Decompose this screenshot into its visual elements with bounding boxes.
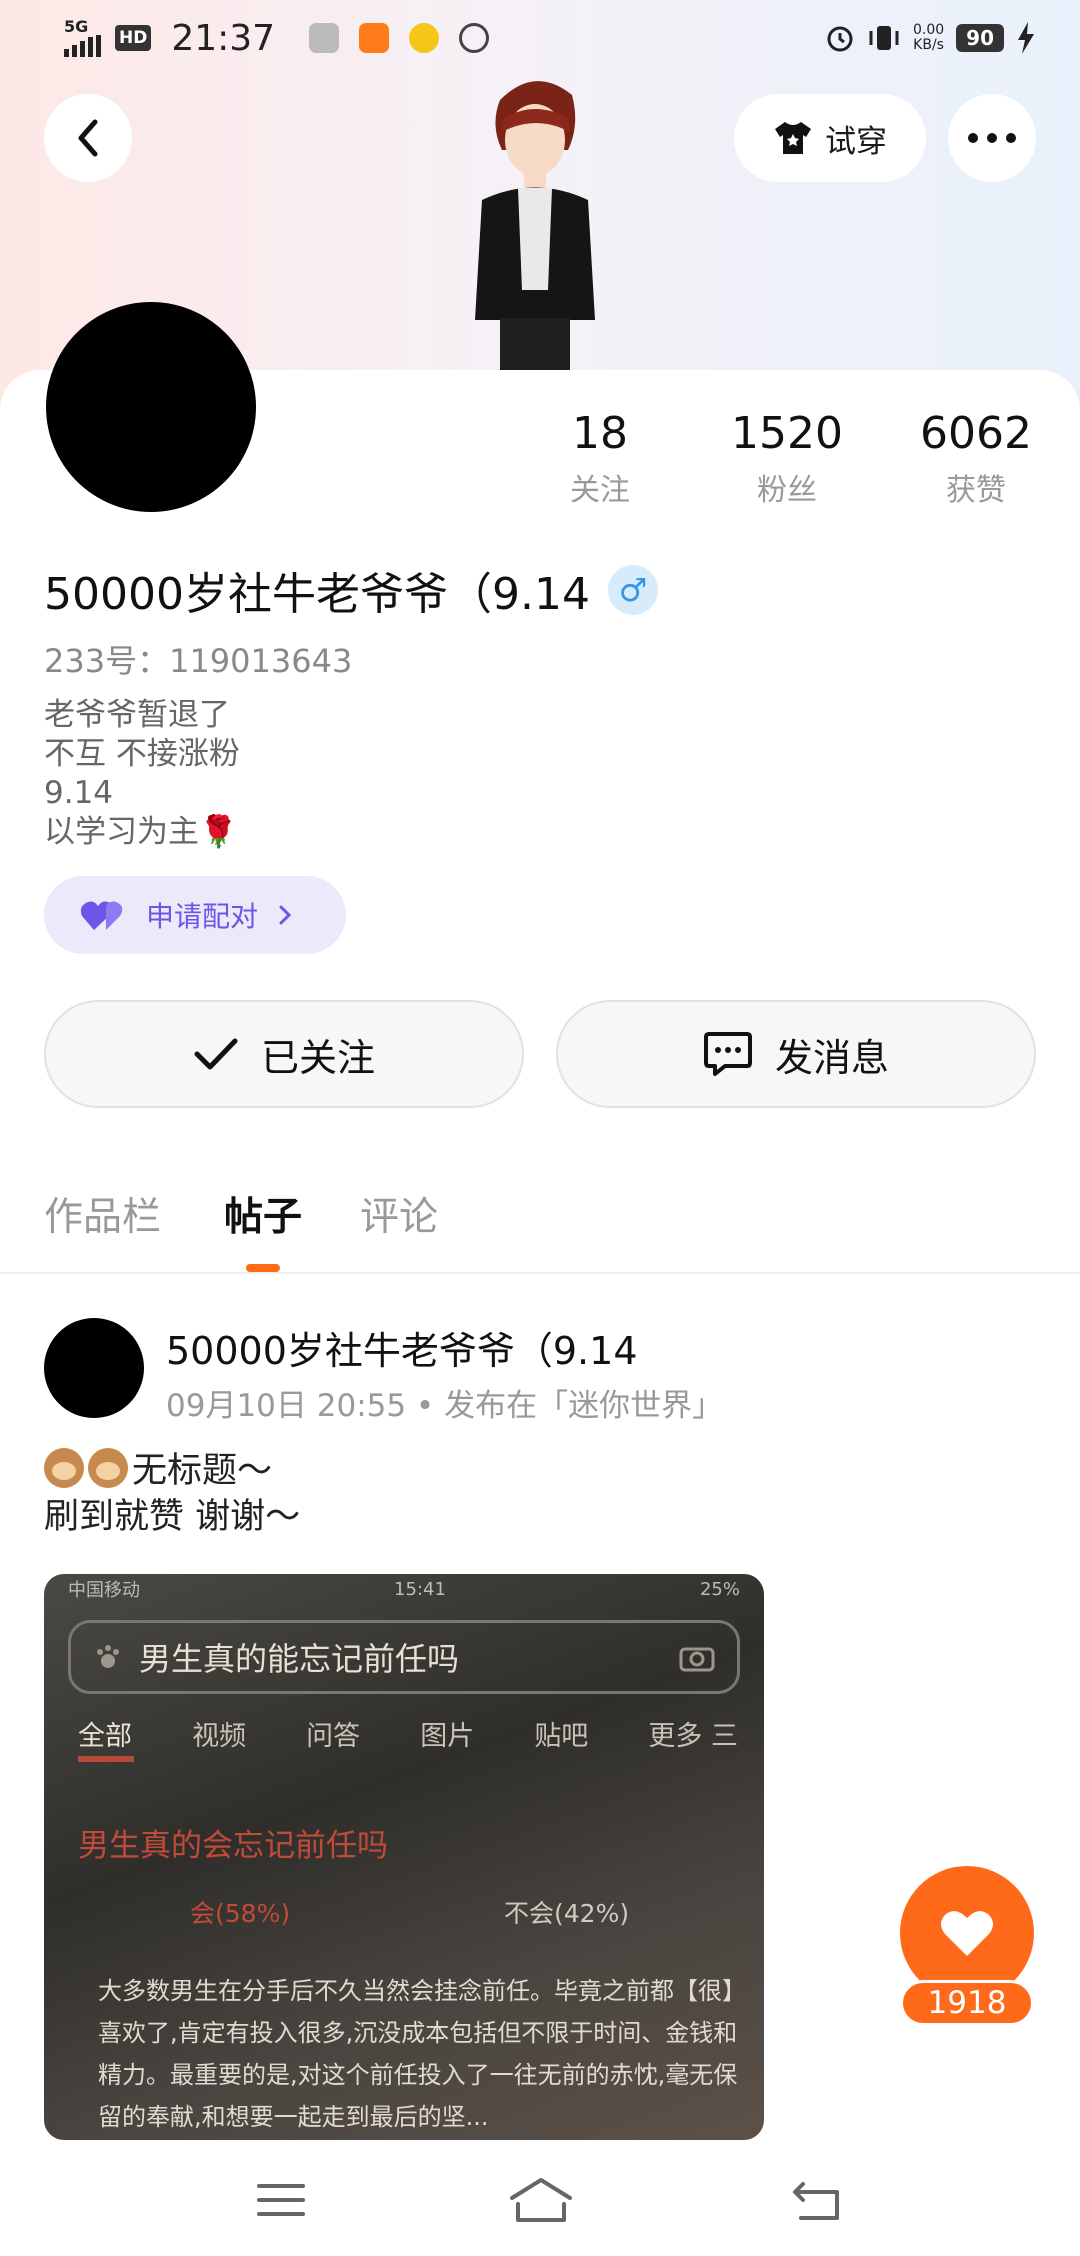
post-author-avatar[interactable] [44,1318,144,1418]
checkmark-icon [194,1038,238,1070]
camera-icon [679,1647,715,1672]
active-tab-indicator [246,1264,280,1272]
chevron-right-icon [279,905,292,925]
avatar-3d-figure [460,70,610,370]
see-no-evil-monkey-icon [88,1448,128,1488]
battery-indicator: 90 [956,24,1004,52]
image-search-box: 男生真的能忘记前任吗 [68,1620,740,1694]
post-title-line: 无标题～ [132,1451,273,1491]
followed-label: 已关注 [260,1035,375,1080]
bio-line: 老爷爷暂退了 [44,697,230,733]
clock: 21:37 [171,17,276,59]
taobao-notification-icon [359,23,390,53]
back-arrow-icon [793,2182,839,2220]
more-dots-icon [968,133,1016,143]
post-meta: 09月10日 20:55 • 发布在「迷你世界」 [166,1388,724,1424]
alarm-icon [827,26,853,52]
heart-pair-icon [80,901,123,930]
image-carrier: 中国移动 [68,1580,140,1601]
tab-posts[interactable]: 帖子 [224,1186,302,1242]
bio-line: 以学习为主🌹 [44,814,238,850]
see-no-evil-monkey-icon [44,1448,84,1488]
back-nav-button[interactable] [782,2170,852,2230]
home-icon [510,2178,572,2222]
try-on-button[interactable]: 试穿 [734,94,926,182]
stat-following[interactable]: 18 关注 [510,408,690,509]
recent-apps-button[interactable] [246,2170,316,2230]
apply-match-label: 申请配对 [146,900,259,933]
chat-bubble-icon [703,1032,752,1076]
tab-comments[interactable]: 评论 [360,1186,438,1242]
tab-works[interactable]: 作品栏 [44,1186,161,1242]
post-image[interactable]: 中国移动 15:41 25% 男生真的能忘记前任吗 全部 视频 问答 图片 贴吧… [44,1574,764,2140]
tabs-divider [0,1272,1080,1274]
nickname: 50000岁社牛老爷爷（9.14 [44,569,590,620]
user-id: 233号：119013643 [44,642,353,680]
menu-icon [257,2184,305,2216]
post-title[interactable]: 无标题～ 刷到就赞 谢谢～ [44,1448,300,1540]
status-bar: 5G HD 21:37 0.00 KB/s 90 [0,0,1080,76]
heart-icon [941,1911,993,1956]
like-count: 1918 [900,1980,1034,2026]
network-speed: 0.00 KB/s [912,22,945,53]
charging-icon [1018,22,1034,54]
stat-followers-value: 1520 [731,408,843,459]
weibo-notification-icon [409,23,440,53]
bio-line: 不互 不接涨粉 [44,736,240,772]
try-on-label: 试穿 [825,123,887,160]
network-type: 5G [64,17,89,36]
profile-tabs: 作品栏 帖子 评论 [0,1186,1080,1274]
male-gender-icon: ♂ [607,565,658,615]
post-title-line: 刷到就赞 谢谢～ [44,1497,301,1537]
send-message-button[interactable]: 发消息 [556,1000,1036,1108]
followed-button[interactable]: 已关注 [44,1000,524,1108]
profile-avatar[interactable] [46,302,256,512]
image-time: 15:41 [394,1578,446,1600]
stat-following-value: 18 [572,408,628,459]
home-button[interactable] [506,2170,576,2230]
back-button[interactable] [44,94,132,182]
signal-bars-icon [64,35,101,57]
image-search-text: 男生真的能忘记前任吗 [139,1640,460,1678]
system-nav-bar [0,2140,1080,2256]
stat-likes[interactable]: 6062 获赞 [886,408,1066,509]
signal-indicator: 5G [64,19,101,57]
more-options-button[interactable] [948,94,1036,182]
app-notification-icon [309,23,340,53]
image-body-text: 大多数男生在分手后不久当然会挂念前任。毕竟之前都【很】喜欢了,肯定有投入很多,沉… [98,1977,738,2131]
image-battery: 25% [699,1578,740,1600]
image-tab-underline [78,1756,134,1762]
post-author-name[interactable]: 50000岁社牛老爷爷（9.14 [166,1320,638,1375]
apply-match-button[interactable]: 申请配对 [44,876,346,954]
bio-line: 9.14 [44,775,114,811]
stat-following-label: 关注 [570,473,630,508]
send-message-label: 发消息 [774,1035,889,1080]
stat-followers[interactable]: 1520 粉丝 [697,408,877,509]
paw-icon [97,1645,119,1668]
tshirt-icon [775,122,811,154]
image-status-bar: 中国移动 15:41 25% [44,1574,764,1604]
image-option-a: 会(58%) [190,1899,291,1928]
image-option-b: 不会(42%) [504,1899,630,1928]
vibrate-icon [869,26,899,50]
bio: 老爷爷暂退了 不互 不接涨粉 9.14 以学习为主🌹 [44,696,240,852]
nickname-row: 50000岁社牛老爷爷（9.14 ♂ [44,558,658,622]
stat-likes-value: 6062 [920,408,1032,459]
image-tabs: 全部 视频 问答 图片 贴吧 更多 三 [78,1721,738,1752]
chevron-left-icon [78,119,98,157]
link-notification-icon [459,23,490,53]
stat-likes-label: 获赞 [946,473,1006,508]
stat-followers-label: 粉丝 [757,473,817,508]
image-question: 男生真的会忘记前任吗 [78,1828,388,1864]
hd-voice-icon: HD [115,25,152,51]
